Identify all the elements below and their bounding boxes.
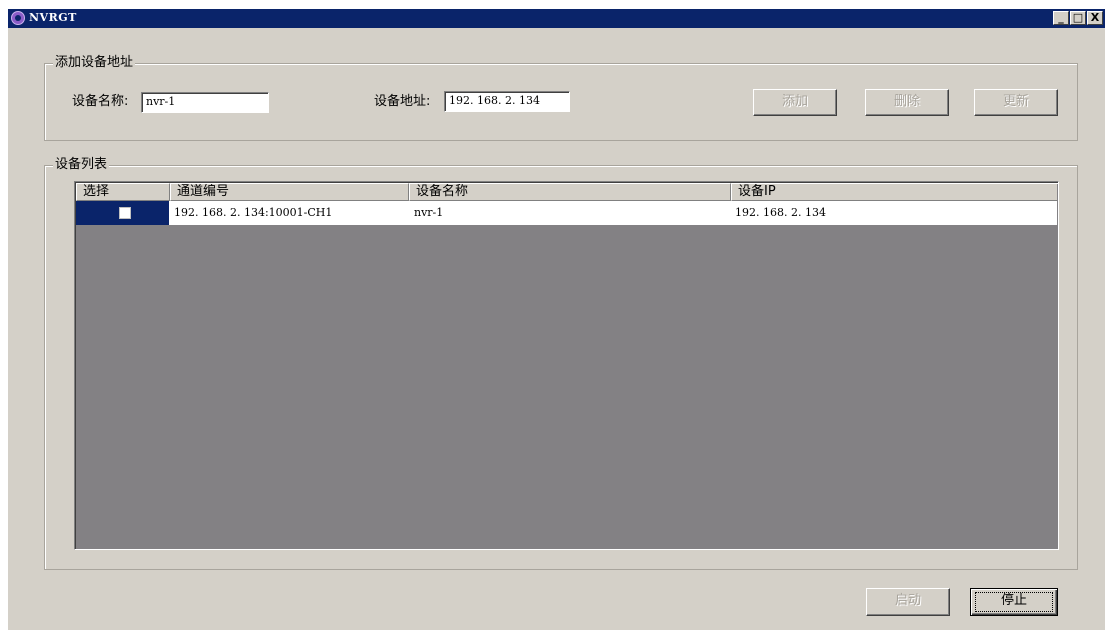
device-address-input[interactable]: 192. 168. 2. 134	[444, 91, 570, 112]
app-logo-icon	[11, 11, 25, 25]
row-select-checkbox[interactable]	[119, 207, 131, 219]
add-device-group-title: 添加设备地址	[53, 55, 136, 71]
maximize-button[interactable]: □	[1070, 11, 1086, 25]
column-header-device-ip[interactable]: 设备IP	[731, 183, 1058, 201]
column-header-select[interactable]: 选择	[76, 183, 170, 201]
device-name-cell: nvr-1	[414, 206, 444, 219]
table-header: 选择 通道编号 设备名称 设备IP	[76, 183, 1058, 201]
table-row[interactable]: 192. 168. 2. 134:10001-CH1 nvr-1 192. 16…	[76, 201, 1057, 225]
device-name-input[interactable]: nvr-1	[141, 92, 269, 113]
device-address-label: 设备地址:	[374, 94, 431, 109]
device-ip-cell: 192. 168. 2. 134	[735, 206, 826, 219]
caption-buttons: _ □ X	[1052, 11, 1103, 26]
select-cell	[76, 201, 169, 225]
start-button[interactable]: 启动	[866, 588, 950, 616]
add-button[interactable]: 添加	[753, 89, 837, 116]
update-button[interactable]: 更新	[974, 89, 1058, 116]
column-header-device-name[interactable]: 设备名称	[409, 183, 731, 201]
device-list-table[interactable]: 选择 通道编号 设备名称 设备IP 192. 168. 2. 134:10001…	[74, 181, 1059, 550]
device-name-label: 设备名称:	[72, 94, 129, 109]
window-title: NVRGT	[29, 11, 77, 24]
minimize-button[interactable]: _	[1053, 11, 1069, 25]
delete-button[interactable]: 删除	[865, 89, 949, 116]
app-window: NVRGT _ □ X 添加设备地址 设备名称: nvr-1 设备地址: 192…	[8, 9, 1105, 630]
channel-cell: 192. 168. 2. 134:10001-CH1	[174, 206, 333, 219]
focus-rectangle	[975, 592, 1053, 612]
device-list-group-title: 设备列表	[53, 157, 110, 173]
column-header-channel[interactable]: 通道编号	[170, 183, 409, 201]
title-bar: NVRGT _ □ X	[8, 9, 1105, 28]
stop-button[interactable]: 停止	[970, 588, 1058, 616]
close-button[interactable]: X	[1087, 11, 1103, 25]
